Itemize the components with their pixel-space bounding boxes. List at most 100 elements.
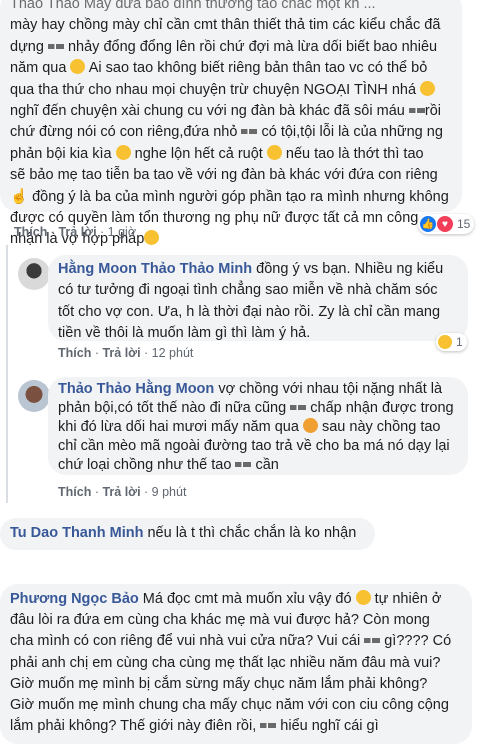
reply-actions: Thích · Trả lời · 12 phút [58, 346, 193, 360]
broken-emoji-icon [408, 108, 425, 114]
text-line: Hằng Moon Thảo Thảo Minh đồng ý vs bạn. … [58, 259, 468, 280]
text-line: phản bội,có tốt thế nào đi nữa cũng chấp… [58, 399, 468, 418]
text-line: Giờ muốn mẹ mình chung cha mấy chục năm … [10, 697, 449, 714]
broken-emoji-icon [260, 723, 277, 729]
reply-thread-line [6, 245, 8, 503]
comment-bubble: Thảo Thảo Mày đừa bảo đình thương tao ch… [0, 0, 462, 247]
timestamp: 9 phút [151, 485, 187, 499]
text-span: nghe lộn hết cả ruột [134, 145, 263, 162]
comment-actions: Thích · Trả lời · 1 giờ [14, 225, 136, 239]
text-span: cha mình có con riêng để vui nhà vui cửa… [10, 633, 361, 650]
separator: · [144, 346, 152, 360]
text-span: Má đọc cmt mà muốn xỉu vậy đó [142, 591, 352, 607]
reactions-badge[interactable]: 1 [436, 333, 467, 351]
broken-emoji-icon [364, 638, 381, 644]
text-line: sẽ bảo mẹ tao tiễn ba tao về với ng đàn … [10, 167, 438, 184]
broken-emoji-icon [290, 405, 307, 410]
text-line: Giờ muốn mẹ mình bị cắm sừng mấy chục nă… [10, 675, 428, 692]
avatar[interactable] [18, 258, 50, 290]
commenter-name[interactable]: Phương Ngọc Bảo [10, 591, 139, 607]
reply-text: Hằng Moon Thảo Thảo Minh đồng ý vs bạn. … [58, 259, 468, 345]
text-line: cha mình có con riêng để vui nhà vui cửa… [10, 631, 470, 652]
broken-emoji-icon [47, 43, 64, 49]
text-line: Thảo Thảo Hằng Moon vợ chồng với nhau tộ… [58, 380, 468, 399]
comment-text: Phương Ngọc Bảo Má đọc cmt mà muốn xỉu v… [10, 589, 470, 737]
text-span: chứ loại chồng như thế tao [58, 457, 232, 473]
reply-link[interactable]: Trả lời [102, 485, 140, 499]
text-line: chứ loại chồng như thế tao cần [58, 456, 468, 475]
text-line: chỉ cần mèo mã ngoài đường tao trả về ch… [58, 438, 450, 454]
text-span: chấp nhận được trong [310, 400, 454, 416]
text-span: năm qua [10, 60, 67, 77]
comment-bubble: Tu Dao Thanh Minh nếu là t thì chắc chắn… [0, 518, 375, 550]
text-line: năm qua Ai sao tao không biết riêng bản … [10, 58, 460, 79]
reply-actions: Thích · Trả lời · 9 phút [58, 485, 186, 499]
smile-emoji-icon [144, 230, 160, 246]
comment-bubble: Phương Ngọc Bảo Má đọc cmt mà muốn xỉu v… [0, 584, 472, 744]
text-line: mày hay chồng mày chỉ cần cmt thân thiết… [10, 17, 441, 34]
cut-line: Thảo Thảo Mày đừa bảo đình thương tao ch… [10, 0, 376, 12]
text-span: có tội,tội lỗi là của những ng [261, 124, 443, 141]
hand-emoji-icon: ☝ [10, 188, 29, 205]
like-link[interactable]: Thích [14, 225, 47, 239]
like-link[interactable]: Thích [58, 485, 91, 499]
text-line: chứ đừng nói có con riêng,đứa nhỏ có tội… [10, 122, 460, 143]
comment-text: Thảo Thảo Mày đừa bảo đình thương tao ch… [10, 0, 460, 251]
reaction-count: 15 [457, 217, 471, 231]
commenter-name[interactable]: Thảo Thảo [58, 381, 131, 397]
text-span: khi đó lừa dối hai mươi mấy năm qua [58, 419, 299, 435]
text-span: nghĩ đến chuyện xài chung cu với ng đàn … [10, 103, 405, 120]
commenter-name[interactable]: Hằng Moon [58, 261, 137, 277]
reply-link[interactable]: Trả lời [58, 225, 96, 239]
text-span: đồng ý vs bạn. Nhiều ng kiểu [256, 261, 444, 277]
text-span: qua tha thứ cho nhau mọi chuyện trừ chuy… [10, 81, 417, 98]
separator: · [144, 485, 152, 499]
text-line: qua tha thứ cho nhau mọi chuyện trừ chuy… [10, 80, 460, 101]
smile-emoji-icon [70, 59, 86, 75]
reactions-badge[interactable]: 👍 ♥ 15 [418, 214, 475, 234]
text-line: lắm phải không? Thế giới này điên rồi, h… [10, 716, 470, 737]
text-span: cần [255, 457, 279, 473]
text-span: Ai sao tao không biết riêng bản thân tao… [88, 60, 428, 77]
text-line: nghĩ đến chuyện xài chung cu với ng đàn … [10, 101, 460, 122]
broken-emoji-icon [235, 462, 252, 467]
sad-reaction-icon [438, 335, 452, 349]
reaction-count: 1 [456, 335, 463, 349]
text-span: dựng [10, 38, 44, 55]
text-span: phản bội,có tốt thế nào đi nữa cũng [58, 400, 287, 416]
text-line: tiền về thôi là muốn làm gì thì làm ý hả… [58, 325, 311, 342]
reply-text: Thảo Thảo Hằng Moon vợ chồng với nhau tộ… [58, 380, 468, 475]
love-reaction-icon: ♥ [437, 216, 453, 232]
timestamp: 1 giờ [107, 225, 137, 239]
smile-emoji-icon [266, 144, 282, 160]
text-line: phải anh chị em cùng cha cùng mẹ thất lạ… [10, 654, 441, 671]
text-span: nếu tao là thớt thì tao [285, 145, 424, 162]
commenter-name[interactable]: Tu Dao Thanh Minh [10, 525, 143, 541]
timestamp: 12 phút [151, 346, 194, 360]
broken-emoji-icon [241, 129, 258, 135]
text-span: vợ chồng với nhau tội nặng nhất là [218, 381, 443, 397]
text-span: rồi [424, 103, 441, 120]
text-span: sau này chồng tao [321, 419, 441, 435]
mention-tag[interactable]: Thảo Thảo Minh [141, 261, 252, 277]
smile-emoji-icon [420, 80, 436, 96]
text-span: phản bội kia kìa [10, 145, 112, 162]
mention-tag[interactable]: Hằng Moon [135, 381, 214, 397]
avatar[interactable] [18, 380, 50, 412]
text-line: có tư tưởng đi ngoại tình chẳng sao miễn… [58, 282, 438, 299]
like-link[interactable]: Thích [58, 346, 91, 360]
text-line: dựng nhảy đổng đổng lên rồi chứ đợi mà l… [10, 37, 460, 58]
text-span: đồng ý là ba của mình người góp phần tạo… [32, 188, 449, 205]
text-line: Phương Ngọc Bảo Má đọc cmt mà muốn xỉu v… [10, 589, 470, 610]
text-span: nếu là t thì chắc chắn là ko nhận [147, 525, 357, 541]
reply-link[interactable]: Trả lời [102, 346, 140, 360]
text-line: ☝ đồng ý là ba của mình người góp phần t… [10, 187, 460, 208]
smile-emoji-icon [355, 590, 371, 605]
angry-emoji-icon [302, 418, 318, 433]
text-line: phản bội kia kìa nghe lộn hết cả ruột nế… [10, 144, 460, 165]
text-span: chứ đừng nói có con riêng,đứa nhỏ [10, 124, 238, 141]
reply-bubble: Hằng Moon Thảo Thảo Minh đồng ý vs bạn. … [48, 255, 468, 341]
separator: · [100, 225, 108, 239]
text-line: khi đó lừa dối hai mươi mấy năm qua sau … [58, 418, 468, 437]
text-span: nhảy đổng đổng lên rồi chứ đợi mà lừa dố… [67, 38, 438, 55]
